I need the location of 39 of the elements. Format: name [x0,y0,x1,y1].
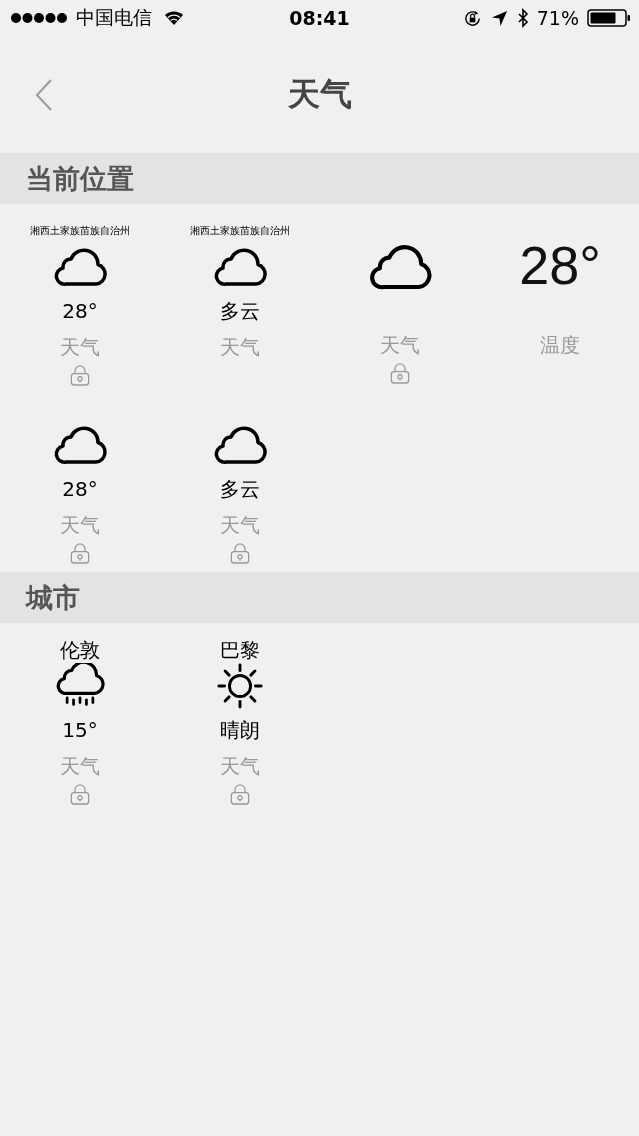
weather-value: 28° [62,477,98,501]
section-title: 当前位置 [26,161,134,196]
battery-percent: 71% [536,7,579,29]
weather-value: 15° [62,718,98,742]
battery-icon [587,8,631,28]
widget-caption: 天气 [60,753,100,779]
widget-caption: 天气 [220,753,260,779]
weather-value: 多云 [220,475,260,503]
temperature-reading: 28° [519,238,601,292]
location-label: 湘西土家族苗族自治州 [190,224,290,238]
weather-value: 多云 [220,297,260,325]
cloud-icon [367,243,433,291]
weather-value: 28° [62,299,98,323]
cloud-icon [212,425,268,465]
location-arrow-icon [489,8,509,28]
sun-icon [216,662,264,710]
clock-time: 08:41 [288,7,351,29]
cloud-icon [212,247,268,287]
signal-icon [10,12,68,24]
rain-cloud-icon [54,663,106,709]
rotation-lock-icon [462,8,482,28]
widget-caption: 天气 [60,334,100,360]
widget-caption: 天气 [220,512,260,538]
page-title: 天气 [286,73,353,115]
city-name: 伦敦 [60,636,100,664]
widget-caption: 天气 [60,512,100,538]
wifi-icon [164,10,184,26]
location-label: 湘西土家族苗族自治州 [30,224,130,238]
widget-caption: 天气 [380,332,420,358]
widget-caption: 天气 [220,334,260,360]
carrier-name: 中国电信 [76,5,152,30]
widget-caption: 温度 [540,332,580,358]
weather-value: 晴朗 [220,716,260,744]
cloud-icon [52,425,108,465]
back-icon[interactable] [34,77,54,112]
section-title: 城市 [26,580,80,615]
city-name: 巴黎 [220,636,260,664]
bluetooth-icon [516,8,529,28]
cloud-icon [52,247,108,287]
